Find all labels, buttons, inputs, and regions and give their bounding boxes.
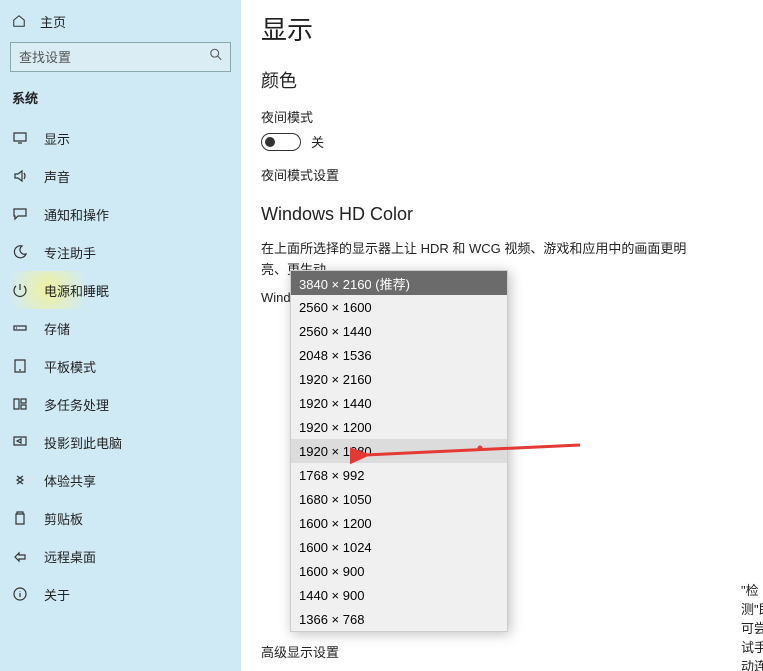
resolution-option-2[interactable]: 2560 × 1440 (291, 319, 507, 343)
resolution-option-5[interactable]: 1920 × 1440 (291, 391, 507, 415)
sidebar-item-label: 平板模式 (44, 357, 96, 376)
power-icon (12, 282, 28, 298)
sidebar-item-label: 投影到此电脑 (44, 433, 122, 452)
resolution-option-14[interactable]: 1366 × 768 (291, 607, 507, 631)
sidebar-item-label: 存储 (44, 319, 70, 338)
search-input[interactable] (10, 42, 231, 72)
storage-icon (12, 320, 28, 336)
sidebar-item-12[interactable]: 关于 (0, 575, 241, 613)
tablet-icon (12, 358, 28, 374)
night-mode-row: 关 (261, 132, 743, 151)
speaker-icon (12, 168, 28, 184)
night-mode-toggle[interactable] (261, 133, 301, 151)
sidebar-item-label: 显示 (44, 129, 70, 148)
home-link[interactable]: 主页 (0, 4, 241, 38)
remote-icon (12, 548, 28, 564)
share-icon (12, 472, 28, 488)
sidebar-item-label: 通知和操作 (44, 205, 109, 224)
clipboard-icon (12, 510, 28, 526)
sidebar-item-4[interactable]: 电源和睡眠 (0, 271, 241, 309)
moon-icon (12, 244, 28, 260)
night-mode-label: 夜间模式 (261, 107, 743, 126)
monitor-icon (12, 130, 28, 146)
sidebar-item-label: 远程桌面 (44, 547, 96, 566)
color-section-header: 颜色 (261, 67, 743, 93)
sidebar-item-5[interactable]: 存储 (0, 309, 241, 347)
toggle-knob (265, 137, 275, 147)
sidebar-item-label: 电源和睡眠 (44, 281, 109, 300)
sidebar-item-label: 多任务处理 (44, 395, 109, 414)
resolution-option-13[interactable]: 1440 × 900 (291, 583, 507, 607)
resolution-option-7[interactable]: 1920 × 1080 (291, 439, 507, 463)
sidebar-item-6[interactable]: 平板模式 (0, 347, 241, 385)
sidebar-item-label: 声音 (44, 167, 70, 186)
resolution-option-1[interactable]: 2560 × 1600 (291, 295, 507, 319)
home-label: 主页 (40, 12, 66, 31)
resolution-option-10[interactable]: 1600 × 1200 (291, 511, 507, 535)
sidebar-item-9[interactable]: 体验共享 (0, 461, 241, 499)
night-mode-state: 关 (311, 132, 324, 151)
multitask-icon (12, 396, 28, 412)
resolution-option-6[interactable]: 1920 × 1200 (291, 415, 507, 439)
sidebar-item-8[interactable]: 投影到此电脑 (0, 423, 241, 461)
sidebar-item-0[interactable]: 显示 (0, 119, 241, 157)
sidebar-item-label: 体验共享 (44, 471, 96, 490)
settings-sidebar: 主页 系统 显示声音通知和操作专注助手电源和睡眠存储平板模式多任务处理投影到此电… (0, 0, 241, 671)
sidebar-item-label: 关于 (44, 585, 70, 604)
search-icon (209, 48, 223, 67)
sidebar-item-10[interactable]: 剪贴板 (0, 499, 241, 537)
page-title: 显示 (261, 10, 743, 47)
resolution-option-4[interactable]: 1920 × 2160 (291, 367, 507, 391)
project-icon (12, 434, 28, 450)
sidebar-item-3[interactable]: 专注助手 (0, 233, 241, 271)
sidebar-item-7[interactable]: 多任务处理 (0, 385, 241, 423)
sidebar-item-label: 剪贴板 (44, 509, 83, 528)
resolution-option-11[interactable]: 1600 × 1024 (291, 535, 507, 559)
home-icon (12, 14, 26, 28)
notification-icon (12, 206, 28, 222)
section-header: 系统 (0, 82, 241, 119)
nav-list: 显示声音通知和操作专注助手电源和睡眠存储平板模式多任务处理投影到此电脑体验共享剪… (0, 119, 241, 613)
search-wrap (10, 42, 231, 72)
info-icon (12, 586, 28, 602)
hd-color-header: Windows HD Color (261, 204, 743, 225)
sidebar-item-2[interactable]: 通知和操作 (0, 195, 241, 233)
resolution-option-8[interactable]: 1768 × 992 (291, 463, 507, 487)
resolution-option-0[interactable]: 3840 × 2160 (推荐) (291, 271, 507, 295)
sidebar-item-1[interactable]: 声音 (0, 157, 241, 195)
resolution-option-12[interactable]: 1600 × 900 (291, 559, 507, 583)
detect-hint-text: "检测"即可尝试手动连接。 (741, 580, 763, 671)
resolution-option-3[interactable]: 2048 × 1536 (291, 343, 507, 367)
sidebar-item-label: 专注助手 (44, 243, 96, 262)
sidebar-item-11[interactable]: 远程桌面 (0, 537, 241, 575)
resolution-dropdown[interactable]: 3840 × 2160 (推荐)2560 × 16002560 × 144020… (290, 270, 508, 632)
night-mode-settings-link[interactable]: 夜间模式设置 (261, 165, 743, 184)
advanced-display-settings-link[interactable]: 高级显示设置 (261, 642, 339, 661)
resolution-option-9[interactable]: 1680 × 1050 (291, 487, 507, 511)
